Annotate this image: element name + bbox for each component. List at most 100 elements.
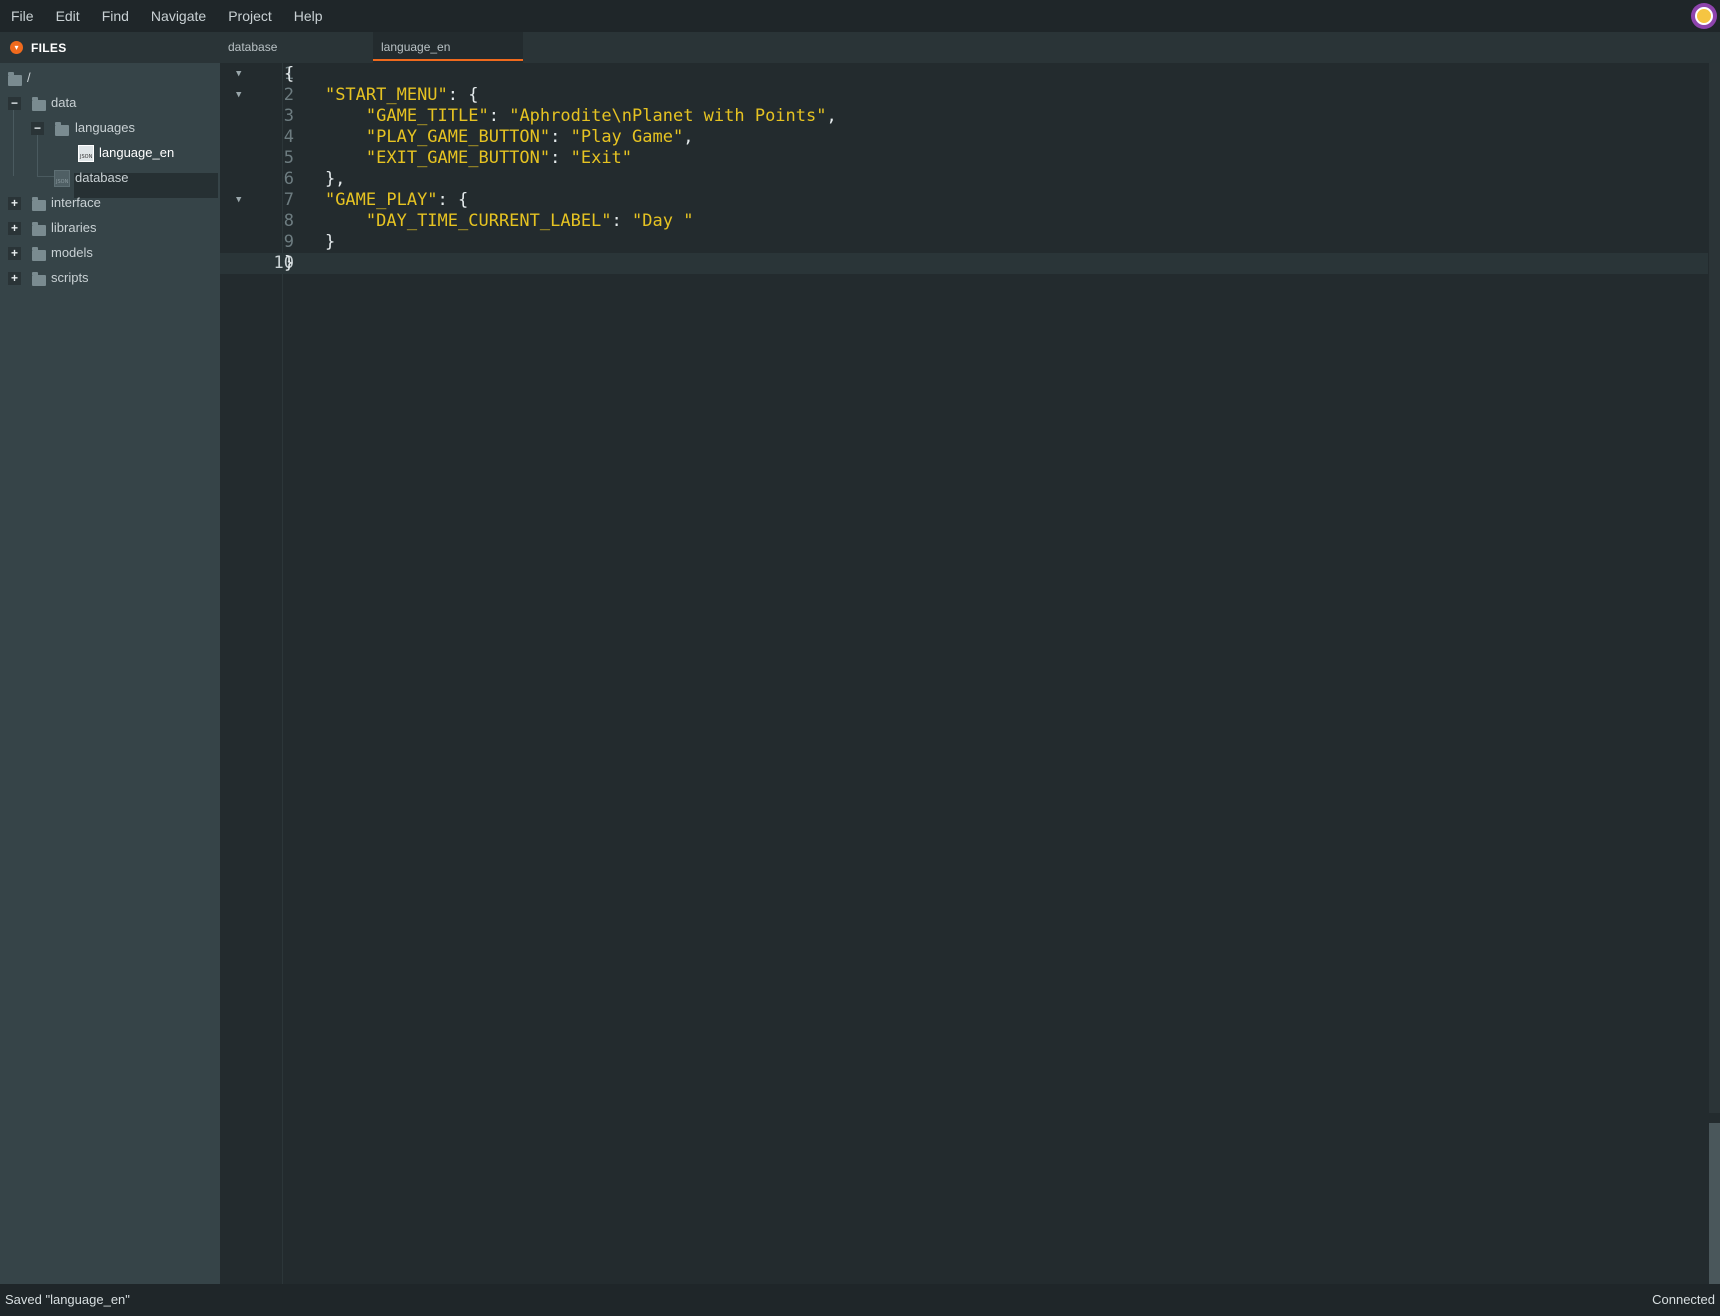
code-line[interactable]: 6 }, (220, 169, 1708, 190)
punctuation-token (284, 106, 366, 126)
code-line[interactable]: ▼ 7 "GAME_PLAY": { (220, 190, 1708, 211)
folder-icon (32, 247, 46, 261)
expand-icon[interactable]: + (8, 247, 21, 260)
tree-label-models: models (51, 245, 93, 260)
scrollbar-thumb[interactable] (1709, 1123, 1720, 1284)
folder-icon (32, 222, 46, 236)
punctuation-token (284, 127, 366, 147)
punctuation-token (284, 211, 366, 231)
tree-item-libraries[interactable]: + libraries (0, 216, 220, 241)
tree-item-database[interactable]: database (0, 166, 220, 191)
collapse-icon[interactable]: − (31, 122, 44, 135)
code-line[interactable]: 4 "PLAY_GAME_BUTTON": "Play Game", (220, 127, 1708, 148)
status-message: Saved "language_en" (5, 1292, 130, 1307)
menubar: File Edit Find Navigate Project Help (0, 0, 1720, 32)
files-dot-icon[interactable]: ▾ (10, 41, 23, 54)
tree-item-models[interactable]: + models (0, 241, 220, 266)
punctuation-token: : { (437, 190, 469, 210)
menu-file[interactable]: File (0, 0, 45, 32)
string-token: "Day " (632, 211, 694, 231)
scrollbar-track[interactable] (1709, 63, 1720, 1113)
string-token: "Play Game" (570, 127, 684, 147)
tree-item-languages[interactable]: − languages (0, 116, 220, 141)
tab-database[interactable]: database (220, 32, 372, 63)
tree-label-language-en: language_en (99, 145, 175, 160)
code-text: "START_MENU": { (284, 85, 479, 106)
tree-item-data[interactable]: − data (0, 91, 220, 116)
punctuation-token: : (550, 148, 571, 168)
user-avatar-icon[interactable] (1691, 3, 1717, 29)
json-file-icon (54, 170, 70, 187)
string-token: "Aphrodite\nPlanet with Points" (509, 106, 827, 126)
code-line[interactable]: 9 } (220, 232, 1708, 253)
expand-icon[interactable]: + (8, 272, 21, 285)
punctuation-token: } (284, 253, 295, 273)
string-token: "GAME_TITLE" (365, 106, 489, 126)
connection-status: Connected (1652, 1292, 1715, 1307)
tab-bar: database language_en (220, 32, 1720, 63)
files-header-label: FILES (31, 40, 67, 55)
code-line[interactable]: ▼ 2 "START_MENU": { (220, 85, 1708, 106)
folder-icon (55, 122, 69, 136)
code-text: "EXIT_GAME_BUTTON": "Exit" (284, 148, 632, 169)
menu-edit[interactable]: Edit (45, 0, 91, 32)
punctuation-token: , (683, 127, 694, 147)
punctuation-token: : (550, 127, 571, 147)
tree-item-scripts[interactable]: + scripts (0, 266, 220, 291)
string-token: "Exit" (570, 148, 633, 168)
folder-icon (32, 97, 46, 111)
code-editor[interactable]: ▼ 1{▼ 2 "START_MENU": {3 "GAME_TITLE": "Ap… (220, 63, 1720, 1284)
string-token: "START_MENU" (324, 85, 448, 105)
code-line[interactable]: ▼ 1{ (220, 64, 1708, 85)
tree-label-data: data (51, 95, 77, 110)
punctuation-token (284, 148, 366, 168)
menu-find[interactable]: Find (91, 0, 140, 32)
code-line[interactable]: 5 "EXIT_GAME_BUTTON": "Exit" (220, 148, 1708, 169)
punctuation-token: : (611, 211, 633, 231)
expand-icon[interactable]: + (8, 197, 21, 210)
code-text: }, (284, 169, 345, 190)
tree-label-languages: languages (75, 120, 135, 135)
tree-label-root: / (27, 70, 31, 85)
code-text: "GAME_TITLE": "Aphrodite\nPlanet with Po… (284, 106, 837, 127)
menu-navigate[interactable]: Navigate (140, 0, 217, 32)
status-bar: Saved "language_en" Connected (0, 1284, 1720, 1316)
punctuation-token: : (488, 106, 510, 126)
punctuation-token: } (284, 232, 336, 252)
string-token: "EXIT_GAME_BUTTON" (365, 148, 551, 168)
code-text: "DAY_TIME_CURRENT_LABEL": "Day " (284, 211, 694, 232)
punctuation-token: : { (447, 85, 479, 105)
code-line[interactable]: 8 "DAY_TIME_CURRENT_LABEL": "Day " (220, 211, 1708, 232)
tree-item-root[interactable]: / (0, 66, 220, 91)
json-file-icon (78, 145, 94, 162)
punctuation-token: }, (284, 169, 346, 189)
collapse-icon[interactable]: − (8, 97, 21, 110)
tree-item-interface[interactable]: + interface (0, 191, 220, 216)
string-token: "PLAY_GAME_BUTTON" (365, 127, 551, 147)
punctuation-token (284, 190, 325, 210)
folder-icon (32, 272, 46, 286)
code-text: { (284, 64, 294, 85)
file-sidebar: ▾ FILES / − data − languages language_en… (0, 32, 220, 1284)
tree-label-interface: interface (51, 195, 101, 210)
code-line[interactable]: 3 "GAME_TITLE": "Aphrodite\nPlanet with … (220, 106, 1708, 127)
tree-label-database: database (75, 170, 129, 185)
menu-project[interactable]: Project (217, 0, 283, 32)
tree-item-language-en[interactable]: language_en (0, 141, 220, 166)
punctuation-token: { (284, 64, 295, 84)
folder-icon (8, 72, 22, 86)
punctuation-token: , (826, 106, 837, 126)
files-header: ▾ FILES (0, 32, 220, 63)
code-text: } (284, 253, 294, 274)
expand-icon[interactable]: + (8, 222, 21, 235)
string-token: "DAY_TIME_CURRENT_LABEL" (365, 211, 612, 231)
punctuation-token (284, 85, 325, 105)
code-text: "GAME_PLAY": { (284, 190, 468, 211)
tree-label-scripts: scripts (51, 270, 89, 285)
code-text: } (284, 232, 335, 253)
folder-icon (32, 197, 46, 211)
code-line[interactable]: 10} (220, 253, 1708, 274)
tab-language-en[interactable]: language_en (373, 32, 523, 63)
tree-label-libraries: libraries (51, 220, 97, 235)
menu-help[interactable]: Help (283, 0, 334, 32)
